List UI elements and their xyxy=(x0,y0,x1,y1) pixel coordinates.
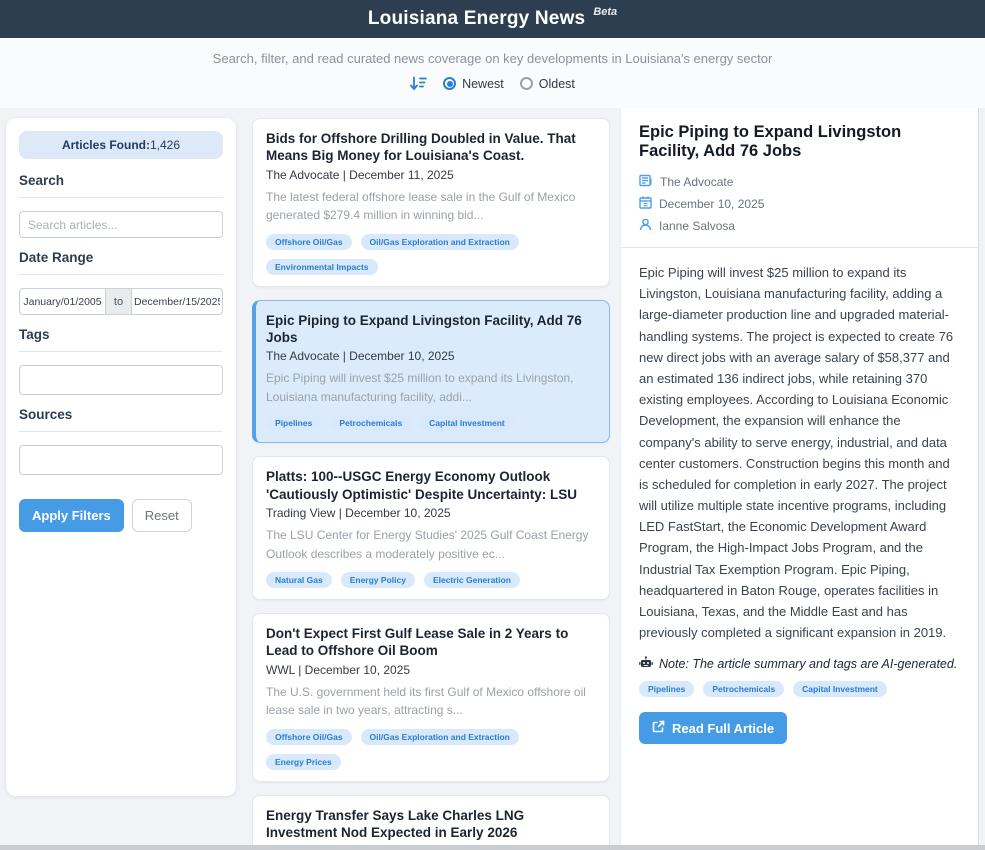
calendar-icon xyxy=(639,196,652,212)
app-subtitle: Search, filter, and read curated news co… xyxy=(0,51,985,66)
tag-pill: Natural Gas xyxy=(266,572,332,588)
detail-date-row: December 10, 2025 xyxy=(639,196,962,212)
filter-buttons-row: Apply Filters Reset xyxy=(19,499,223,532)
detail-summary: Epic Piping will invest $25 million to e… xyxy=(639,262,962,643)
sort-descending-icon xyxy=(410,76,427,91)
article-tags: Offshore Oil/Gas Oil/Gas Exploration and … xyxy=(266,729,596,770)
article-excerpt: The latest federal offshore lease sale i… xyxy=(266,188,596,225)
tag-pill: Offshore Oil/Gas xyxy=(266,729,352,745)
beta-badge: Beta xyxy=(593,6,617,18)
tag-pill: Pipelines xyxy=(266,415,321,431)
date-from-input[interactable] xyxy=(19,288,106,315)
divider xyxy=(621,247,978,248)
ai-note-row: Note: The article summary and tags are A… xyxy=(639,656,962,672)
read-full-article-label: Read Full Article xyxy=(672,721,774,736)
sort-newest-radio[interactable]: Newest xyxy=(443,77,504,91)
date-to-label: to xyxy=(106,288,131,315)
sort-controls: Newest Oldest xyxy=(0,76,985,91)
sort-newest-label: Newest xyxy=(462,77,504,91)
article-excerpt: The U.S. government held its first Gulf … xyxy=(266,683,596,720)
radio-selected-icon xyxy=(443,77,456,90)
external-link-icon xyxy=(652,720,665,736)
article-card[interactable]: Epic Piping to Expand Livingston Facilit… xyxy=(252,300,610,444)
person-icon xyxy=(639,218,652,234)
sort-oldest-radio[interactable]: Oldest xyxy=(520,77,575,91)
divider xyxy=(19,274,223,275)
tag-pill: Petrochemicals xyxy=(703,681,784,697)
detail-date: December 10, 2025 xyxy=(659,197,764,211)
tag-pill: Petrochemicals xyxy=(330,415,411,431)
date-to-input[interactable] xyxy=(131,288,223,315)
tag-pill: Pipelines xyxy=(639,681,694,697)
article-title: Epic Piping to Expand Livingston Facilit… xyxy=(266,312,596,347)
app-title: Louisiana Energy News xyxy=(368,8,586,30)
sources-input[interactable] xyxy=(19,445,223,475)
article-excerpt: The LSU Center for Energy Studies' 2025 … xyxy=(266,526,596,563)
tag-pill: Environmental Impacts xyxy=(266,259,378,275)
tag-pill: Offshore Oil/Gas xyxy=(266,234,352,250)
main-content: Articles Found:1,426 Search Date Range t… xyxy=(0,108,985,850)
radio-unselected-icon xyxy=(520,77,533,90)
app-header: Louisiana Energy News Beta xyxy=(0,0,985,38)
tag-pill: Oil/Gas Exploration and Extraction xyxy=(361,234,519,250)
ai-note-text: Note: The article summary and tags are A… xyxy=(659,657,957,671)
read-full-article-button[interactable]: Read Full Article xyxy=(639,712,787,744)
articles-found-badge: Articles Found:1,426 xyxy=(19,131,223,159)
article-title: Bids for Offshore Drilling Doubled in Va… xyxy=(266,130,596,165)
bottom-scrollbar-track[interactable] xyxy=(0,845,985,850)
article-detail-panel: Epic Piping to Expand Livingston Facilit… xyxy=(620,108,979,850)
detail-title: Epic Piping to Expand Livingston Facilit… xyxy=(639,123,962,161)
date-range-heading: Date Range xyxy=(19,250,223,265)
tag-pill: Oil/Gas Exploration and Extraction xyxy=(361,729,519,745)
search-input[interactable] xyxy=(19,211,223,238)
article-card[interactable]: Energy Transfer Says Lake Charles LNG In… xyxy=(252,795,610,850)
divider xyxy=(19,197,223,198)
article-meta: The Advocate | December 10, 2025 xyxy=(266,349,596,363)
detail-author-row: Ianne Salvosa xyxy=(639,218,962,234)
newspaper-icon xyxy=(639,174,653,190)
article-title: Don't Expect First Gulf Lease Sale in 2 … xyxy=(266,625,596,660)
reset-button[interactable]: Reset xyxy=(132,499,192,532)
search-heading: Search xyxy=(19,173,223,188)
date-range-row: to xyxy=(19,288,223,315)
detail-author: Ianne Salvosa xyxy=(659,219,735,233)
tag-pill: Electric Generation xyxy=(424,572,520,588)
sources-heading: Sources xyxy=(19,407,223,422)
article-tags: Offshore Oil/Gas Oil/Gas Exploration and … xyxy=(266,234,596,275)
article-list: Bids for Offshore Drilling Doubled in Va… xyxy=(252,118,610,850)
tag-pill: Capital Investment xyxy=(793,681,887,697)
tag-pill: Capital Investment xyxy=(420,415,514,431)
tags-heading: Tags xyxy=(19,327,223,342)
article-meta: Trading View | December 10, 2025 xyxy=(266,506,596,520)
article-tags: Natural Gas Energy Policy Electric Generat… xyxy=(266,572,596,588)
article-card[interactable]: Bids for Offshore Drilling Doubled in Va… xyxy=(252,118,610,287)
tag-pill: Energy Prices xyxy=(266,754,341,770)
divider xyxy=(19,351,223,352)
filters-sidebar: Articles Found:1,426 Search Date Range t… xyxy=(6,118,236,796)
tag-pill: Energy Policy xyxy=(341,572,415,588)
articles-found-label: Articles Found: xyxy=(62,138,150,152)
apply-filters-button[interactable]: Apply Filters xyxy=(19,499,124,532)
article-title: Energy Transfer Says Lake Charles LNG In… xyxy=(266,807,596,842)
robot-icon xyxy=(639,656,653,672)
article-meta: WWL | December 10, 2025 xyxy=(266,663,596,677)
articles-found-count: 1,426 xyxy=(150,138,180,152)
article-tags: Pipelines Petrochemicals Capital Investmen… xyxy=(266,415,596,431)
article-meta: The Advocate | December 11, 2025 xyxy=(266,168,596,182)
tags-input[interactable] xyxy=(19,365,223,395)
divider xyxy=(19,431,223,432)
sort-oldest-label: Oldest xyxy=(539,77,575,91)
intro-section: Search, filter, and read curated news co… xyxy=(0,38,985,108)
article-title: Platts: 100--USGC Energy Economy Outlook… xyxy=(266,468,596,503)
detail-source: The Advocate xyxy=(660,175,733,189)
article-card[interactable]: Don't Expect First Gulf Lease Sale in 2 … xyxy=(252,613,610,782)
article-card[interactable]: Platts: 100--USGC Energy Economy Outlook… xyxy=(252,456,610,600)
detail-tags: Pipelines Petrochemicals Capital Investmen… xyxy=(639,681,962,697)
article-excerpt: Epic Piping will invest $25 million to e… xyxy=(266,369,596,406)
detail-source-row: The Advocate xyxy=(639,174,962,190)
